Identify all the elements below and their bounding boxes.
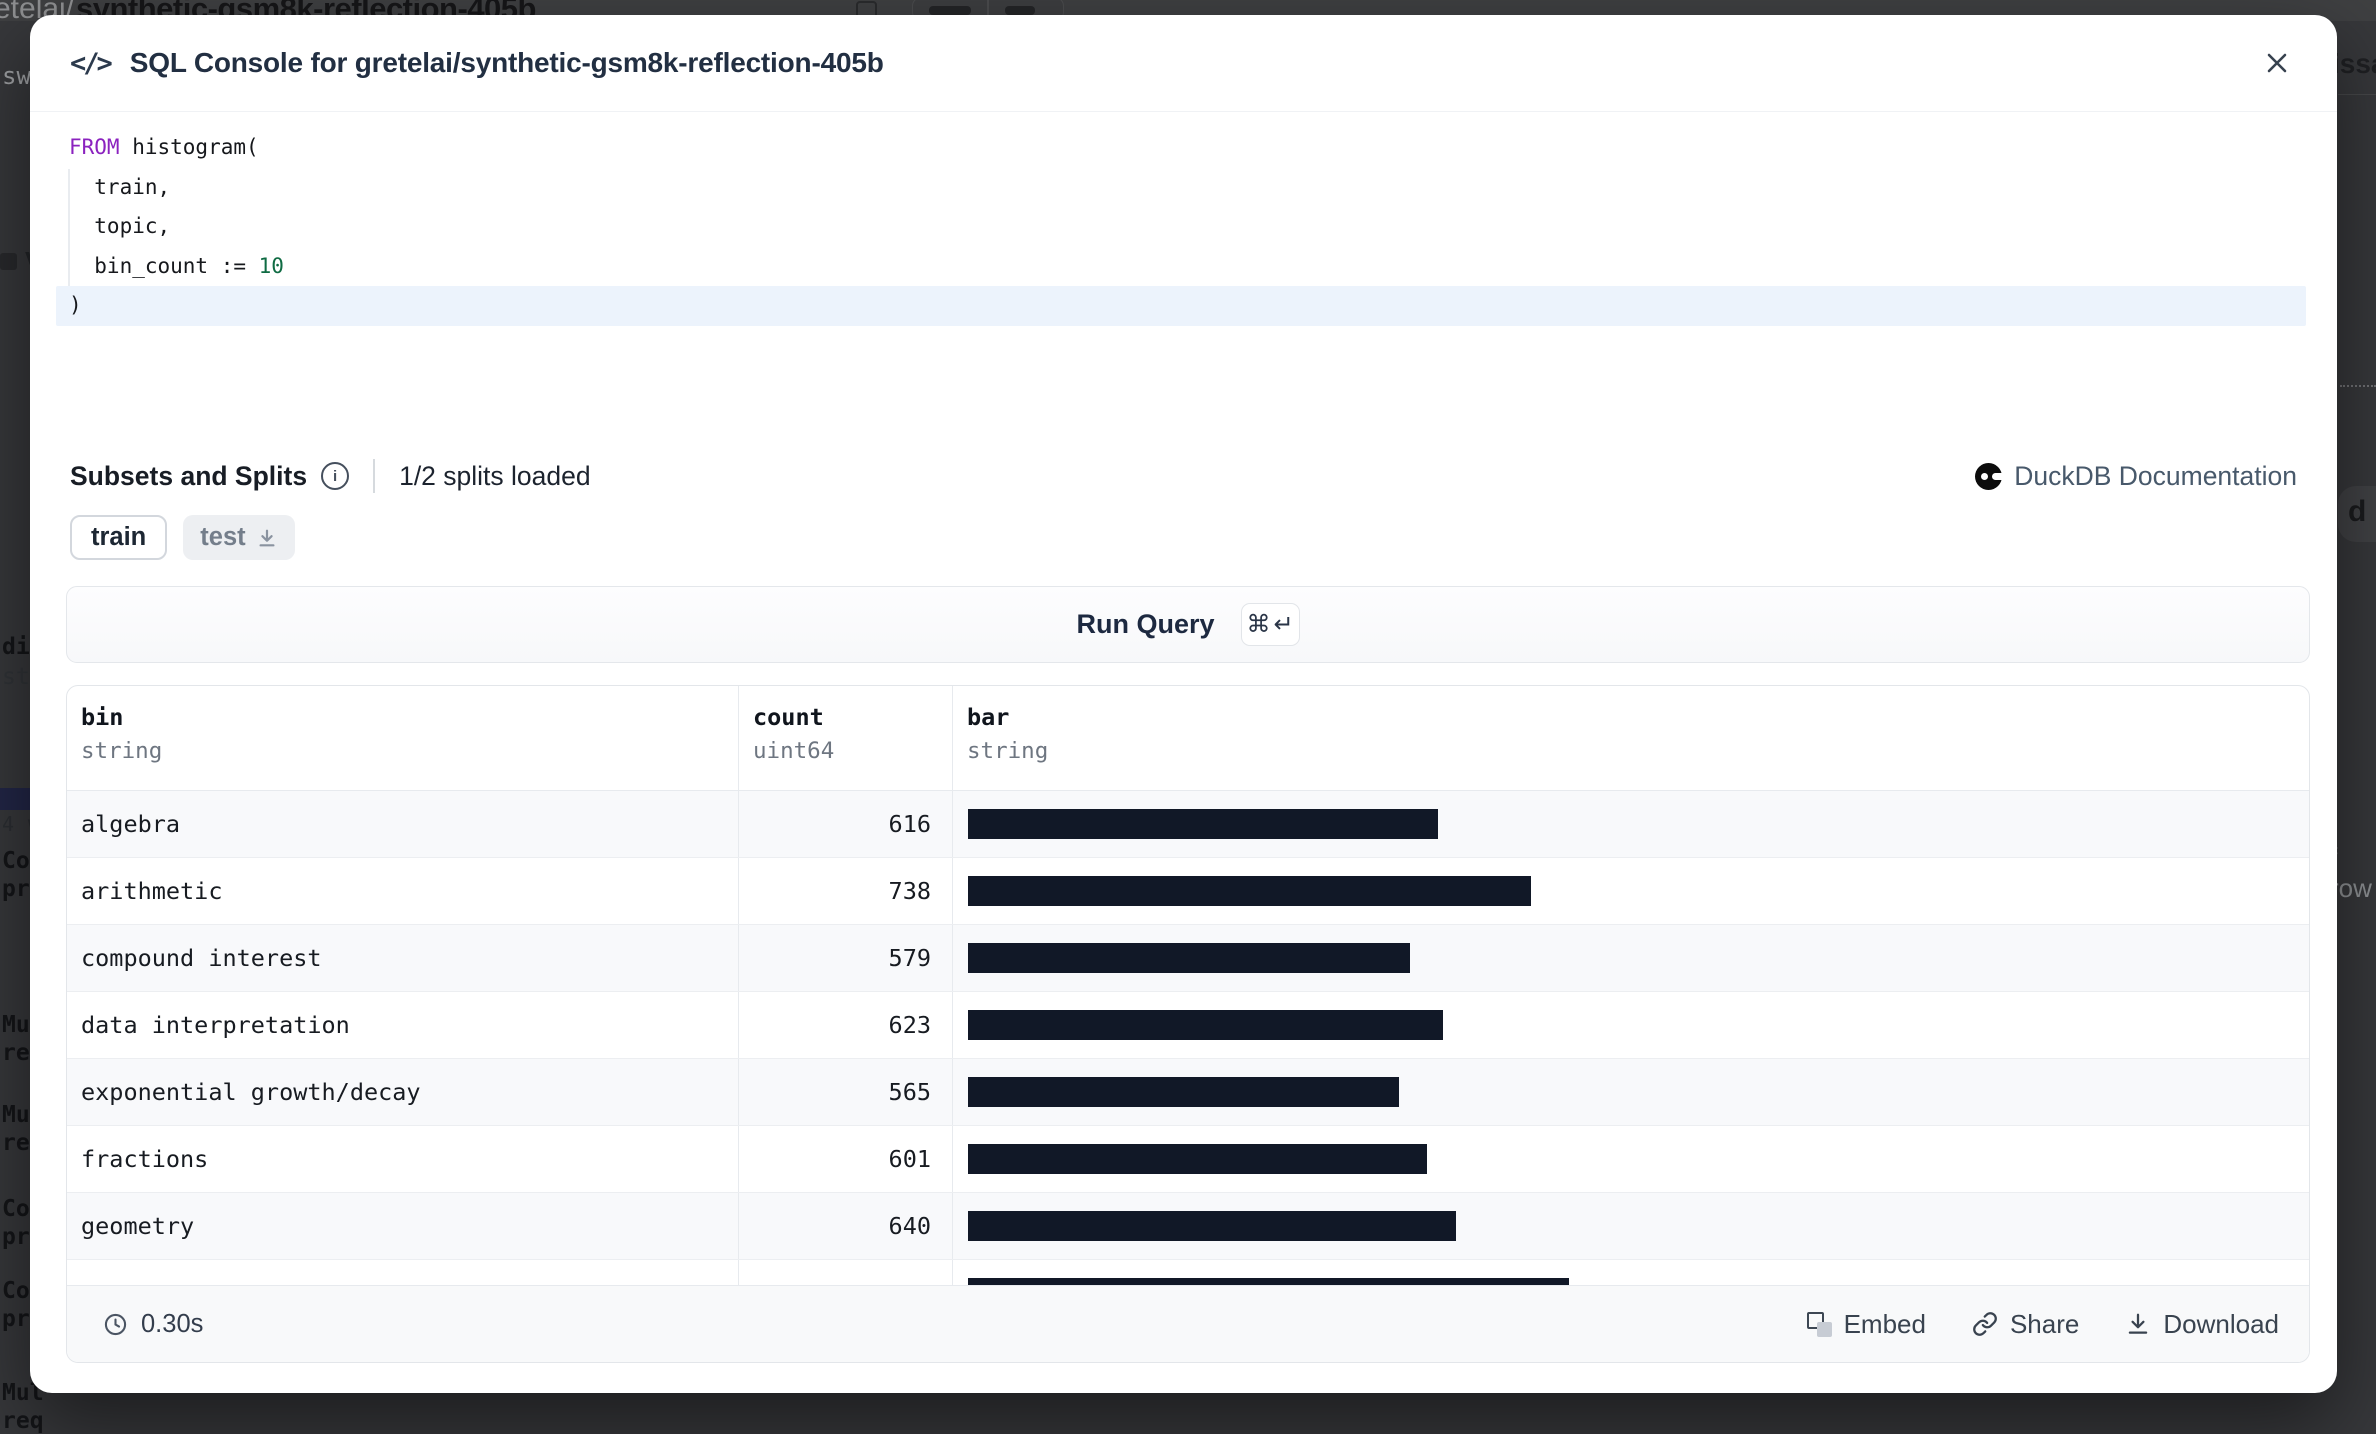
- code-line: topic,: [56, 207, 2306, 247]
- split-button-train[interactable]: train: [70, 515, 167, 560]
- like-count: [1005, 6, 1035, 15]
- histogram-bar: [968, 809, 1438, 839]
- histogram-bar: [968, 943, 1410, 973]
- background-dotted-line: [2340, 385, 2376, 387]
- table-row: exponential growth/decay 565: [67, 1058, 2309, 1125]
- table-row: compound interest 579: [67, 924, 2309, 991]
- table-row: algebra 616: [67, 791, 2309, 857]
- query-elapsed: 0.30s: [103, 1310, 203, 1339]
- table-row: fractions 601: [67, 1125, 2309, 1192]
- modal-title: SQL Console for gretelai/synthetic-gsm8k…: [130, 47, 884, 79]
- background-divider: [2338, 94, 2376, 95]
- download-icon: [2125, 1311, 2151, 1337]
- code-icon: </>: [70, 48, 110, 79]
- table-row: data interpretation 623: [67, 991, 2309, 1058]
- table-row: geometry 640: [67, 1192, 2309, 1259]
- table-footer: 0.30s Embed Share: [67, 1285, 2309, 1362]
- table-body-scroll-area[interactable]: algebra 616 arithmetic 738 compound inte…: [67, 791, 2309, 1285]
- list-icon: [0, 253, 17, 270]
- modal-header: </> SQL Console for gretelai/synthetic-g…: [30, 15, 2337, 112]
- background-fragment: sw: [2, 62, 31, 90]
- histogram-bar: [968, 1211, 1456, 1241]
- keyboard-shortcut-badge: ⌘↵: [1241, 603, 1300, 646]
- histogram-bar: [968, 876, 1531, 906]
- splits-loaded-status: 1/2 splits loaded: [399, 461, 591, 492]
- sql-editor[interactable]: FROM histogram( train, topic, bin_count …: [56, 128, 2306, 326]
- split-button-test[interactable]: test: [183, 515, 294, 560]
- indent-guide: [68, 169, 70, 286]
- histogram-bar: [968, 1278, 1569, 1285]
- duckdb-documentation-link[interactable]: DuckDB Documentation: [1975, 461, 2297, 492]
- enter-icon: ↵: [1273, 610, 1293, 639]
- close-icon: [2262, 48, 2292, 78]
- sql-console-modal: </> SQL Console for gretelai/synthetic-g…: [30, 15, 2337, 1393]
- column-header-count: count uint64: [738, 686, 952, 790]
- run-query-button[interactable]: Run Query ⌘↵: [66, 586, 2310, 663]
- background-fragment: req: [2, 1408, 44, 1434]
- column-header-bin: bin string: [67, 686, 738, 790]
- subsets-splits-heading: Subsets and Splits: [70, 461, 307, 492]
- download-button[interactable]: Download: [2125, 1309, 2279, 1340]
- close-button[interactable]: [2257, 43, 2297, 83]
- code-line: FROM histogram(: [56, 128, 2306, 168]
- download-icon: [256, 527, 278, 549]
- embed-button[interactable]: Embed: [1807, 1309, 1926, 1340]
- subsets-splits-row: Subsets and Splits i 1/2 splits loaded D…: [70, 445, 2297, 507]
- results-table: bin string count uint64 bar string algeb…: [66, 685, 2310, 1363]
- table-header: bin string count uint64 bar string: [67, 686, 2309, 791]
- background-croissant-fragment: issa: [2332, 48, 2376, 80]
- table-row-clipped: [67, 1259, 2309, 1285]
- background-button-fragment: d: [2338, 486, 2376, 542]
- divider: [373, 459, 375, 493]
- split-selector: train test: [70, 515, 295, 560]
- clock-icon: [103, 1312, 128, 1337]
- histogram-bar: [968, 1010, 1443, 1040]
- histogram-bar: [968, 1144, 1427, 1174]
- info-icon[interactable]: i: [321, 462, 349, 490]
- heart-icon: [929, 6, 971, 15]
- code-line: bin_count := 10: [56, 247, 2306, 287]
- table-row: arithmetic 738: [67, 857, 2309, 924]
- histogram-bar: [968, 1077, 1399, 1107]
- share-button[interactable]: Share: [1972, 1309, 2079, 1340]
- link-icon: [1972, 1311, 1998, 1337]
- column-header-bar: bar string: [952, 686, 2309, 790]
- background-selected-row: [0, 788, 30, 810]
- duckdb-logo-icon: [1975, 463, 2002, 490]
- code-line-active: ): [56, 286, 2306, 326]
- embed-icon: [1807, 1312, 1832, 1337]
- code-line: train,: [56, 168, 2306, 208]
- command-icon: ⌘: [1246, 610, 1270, 639]
